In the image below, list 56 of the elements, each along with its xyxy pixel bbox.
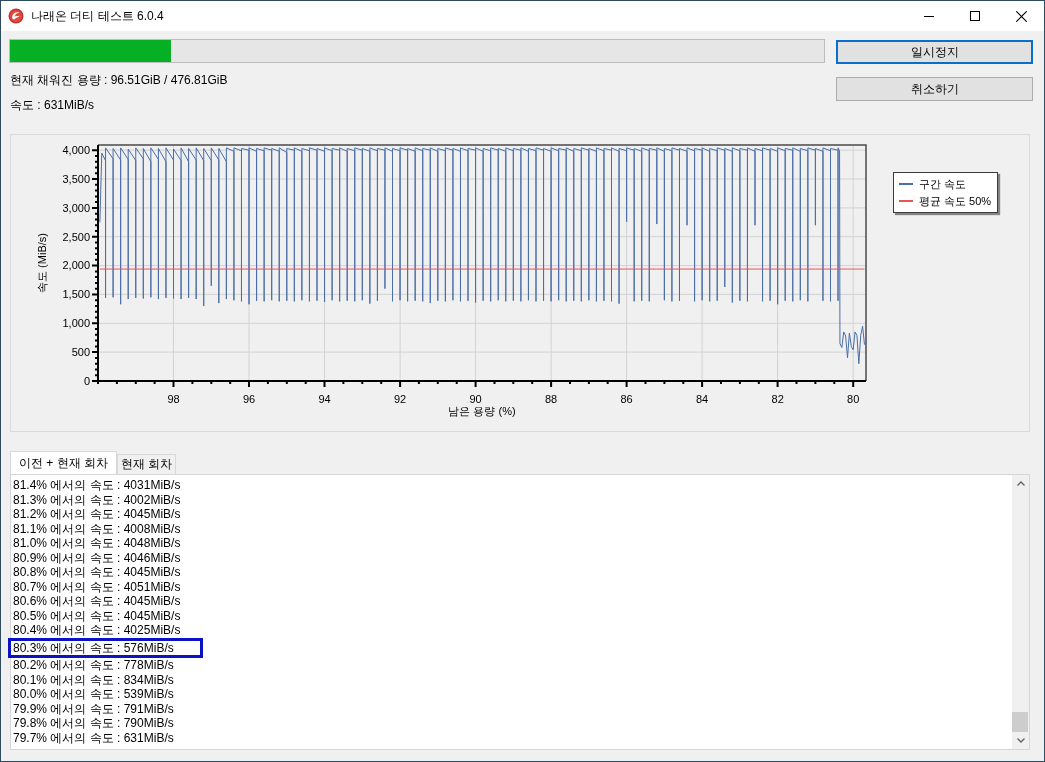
legend-label: 평균 속도 50%: [919, 193, 992, 209]
log-line: 79.8% 에서의 속도 : 790MiB/s: [12, 716, 175, 731]
log-line: 81.1% 에서의 속도 : 4008MiB/s: [12, 521, 182, 536]
x-tick-label: 84: [696, 392, 709, 405]
legend-label: 구간 속도: [919, 176, 967, 192]
minimize-icon: [924, 15, 934, 17]
log-line: 80.9% 에서의 속도 : 4046MiB/s: [12, 550, 182, 565]
y-tick-label: 2,000: [62, 259, 90, 272]
scrollbar[interactable]: [1012, 475, 1029, 749]
tab[interactable]: 현재 회차: [117, 454, 177, 474]
x-tick-label: 98: [167, 392, 180, 405]
log-line: 80.1% 에서의 속도 : 834MiB/s: [12, 672, 175, 687]
log-line: 81.0% 에서의 속도 : 4048MiB/s: [12, 536, 182, 551]
x-tick-label: 86: [620, 392, 633, 405]
chevron-up-icon[interactable]: [1016, 481, 1025, 486]
app-logo-icon: [8, 8, 24, 24]
log-line: 79.9% 에서의 속도 : 791MiB/s: [12, 701, 175, 716]
log-line: 80.7% 에서의 속도 : 4051MiB/s: [12, 579, 182, 594]
x-tick-label: 88: [544, 392, 558, 405]
y-tick-label: 1,000: [62, 317, 90, 330]
tab[interactable]: 이전 + 현재 회차: [10, 451, 117, 474]
y-tick-label: 3,000: [62, 201, 90, 214]
action-button[interactable]: 일시정지: [836, 40, 1033, 64]
log-line: 80.6% 에서의 속도 : 4045MiB/s: [12, 594, 182, 609]
log-line: 80.3% 에서의 속도 : 576MiB/s: [11, 640, 200, 655]
y-tick-label: 0: [83, 374, 90, 387]
x-tick-label: 80: [847, 392, 860, 405]
y-tick-label: 4,000: [62, 144, 90, 157]
y-tick-label: 3,500: [62, 172, 90, 185]
status-text: 속도 : 631MiB/s: [10, 97, 95, 114]
log-line: 79.7% 에서의 속도 : 631MiB/s: [12, 730, 175, 745]
log-line: 81.2% 에서의 속도 : 4045MiB/s: [12, 507, 182, 522]
log-line: 80.4% 에서의 속도 : 4025MiB/s: [12, 623, 182, 638]
window-title: 나래온 더티 테스트 6.0.4: [31, 7, 164, 25]
log-line: 80.5% 에서의 속도 : 4045MiB/s: [12, 608, 182, 623]
y-tick-label: 2,500: [62, 230, 90, 243]
log-line: 81.3% 에서의 속도 : 4002MiB/s: [12, 492, 182, 507]
chevron-down-icon[interactable]: [1016, 738, 1025, 743]
x-axis-title: 남은 용량 (%): [448, 404, 516, 417]
x-tick-label: 96: [242, 392, 256, 405]
log-line: 80.8% 에서의 속도 : 4045MiB/s: [12, 565, 182, 580]
y-tick-label: 500: [71, 346, 90, 358]
status-text: 현재 채워진 용량 : 96.51GiB / 476.81GiB: [10, 72, 228, 89]
action-button[interactable]: 취소하기: [836, 77, 1033, 101]
log-line: 80.2% 에서의 속도 : 778MiB/s: [12, 658, 175, 673]
x-tick-label: 94: [318, 392, 331, 405]
log-line: 80.0% 에서의 속도 : 539MiB/s: [12, 687, 175, 702]
x-tick-label: 90: [469, 392, 482, 405]
y-tick-label: 1,500: [62, 288, 90, 301]
scrollbar-thumb[interactable]: [1012, 712, 1028, 732]
log-line: 81.4% 에서의 속도 : 4031MiB/s: [12, 478, 182, 493]
x-tick-label: 82: [771, 392, 784, 405]
y-axis-title: 속도 (MiB/s): [35, 233, 48, 293]
x-tick-label: 92: [393, 392, 407, 405]
close-icon: [1015, 10, 1027, 22]
maximize-icon: [970, 11, 980, 21]
